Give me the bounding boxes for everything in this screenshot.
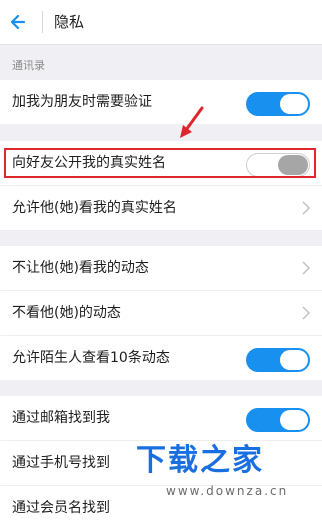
watermark-title: 下载之家 [136, 443, 264, 478]
back-button[interactable] [6, 8, 34, 36]
toggle-knob [280, 94, 308, 114]
watermark-url: www.downza.cn [166, 484, 289, 498]
arrow-left-icon [10, 14, 26, 30]
annotation-arrow-icon [180, 106, 204, 138]
row-label: 不看他(她)的动态 [12, 305, 121, 321]
stranger-view-toggle[interactable] [246, 348, 310, 372]
watermark: 下载之家 www.downza.cn [130, 442, 316, 506]
toggle-knob [280, 350, 308, 370]
top-bar: 隐私 [0, 0, 322, 45]
row-hide-their-moments[interactable]: 不看他(她)的动态 [0, 291, 322, 335]
toggle-knob [280, 410, 308, 430]
row-find-by-email: 通过邮箱找到我 [0, 396, 322, 440]
find-by-email-toggle[interactable] [246, 408, 310, 432]
section-label-contacts: 通讯录 [12, 59, 45, 72]
row-label: 通过会员名找到 [12, 500, 110, 516]
row-label: 通过邮箱找到我 [12, 410, 110, 426]
row-stranger-view: 允许陌生人查看10条动态 [0, 336, 322, 380]
row-label: 通过手机号找到 [12, 455, 110, 471]
row-label: 允许陌生人查看10条动态 [12, 350, 170, 366]
row-verify-friend: 加我为朋友时需要验证 [0, 80, 322, 124]
header-divider [42, 11, 43, 33]
chevron-right-icon [302, 261, 310, 275]
row-allow-view-realname[interactable]: 允许他(她)看我的真实姓名 [0, 186, 322, 230]
row-label: 不让他(她)看我的动态 [12, 260, 149, 276]
chevron-right-icon [302, 201, 310, 215]
page-title: 隐私 [54, 13, 85, 31]
verify-toggle[interactable] [246, 92, 310, 116]
chevron-right-icon [302, 306, 310, 320]
row-label: 加我为朋友时需要验证 [12, 94, 152, 110]
highlight-box [4, 148, 316, 178]
row-label: 允许他(她)看我的真实姓名 [12, 200, 177, 216]
row-hide-my-moments[interactable]: 不让他(她)看我的动态 [0, 246, 322, 290]
